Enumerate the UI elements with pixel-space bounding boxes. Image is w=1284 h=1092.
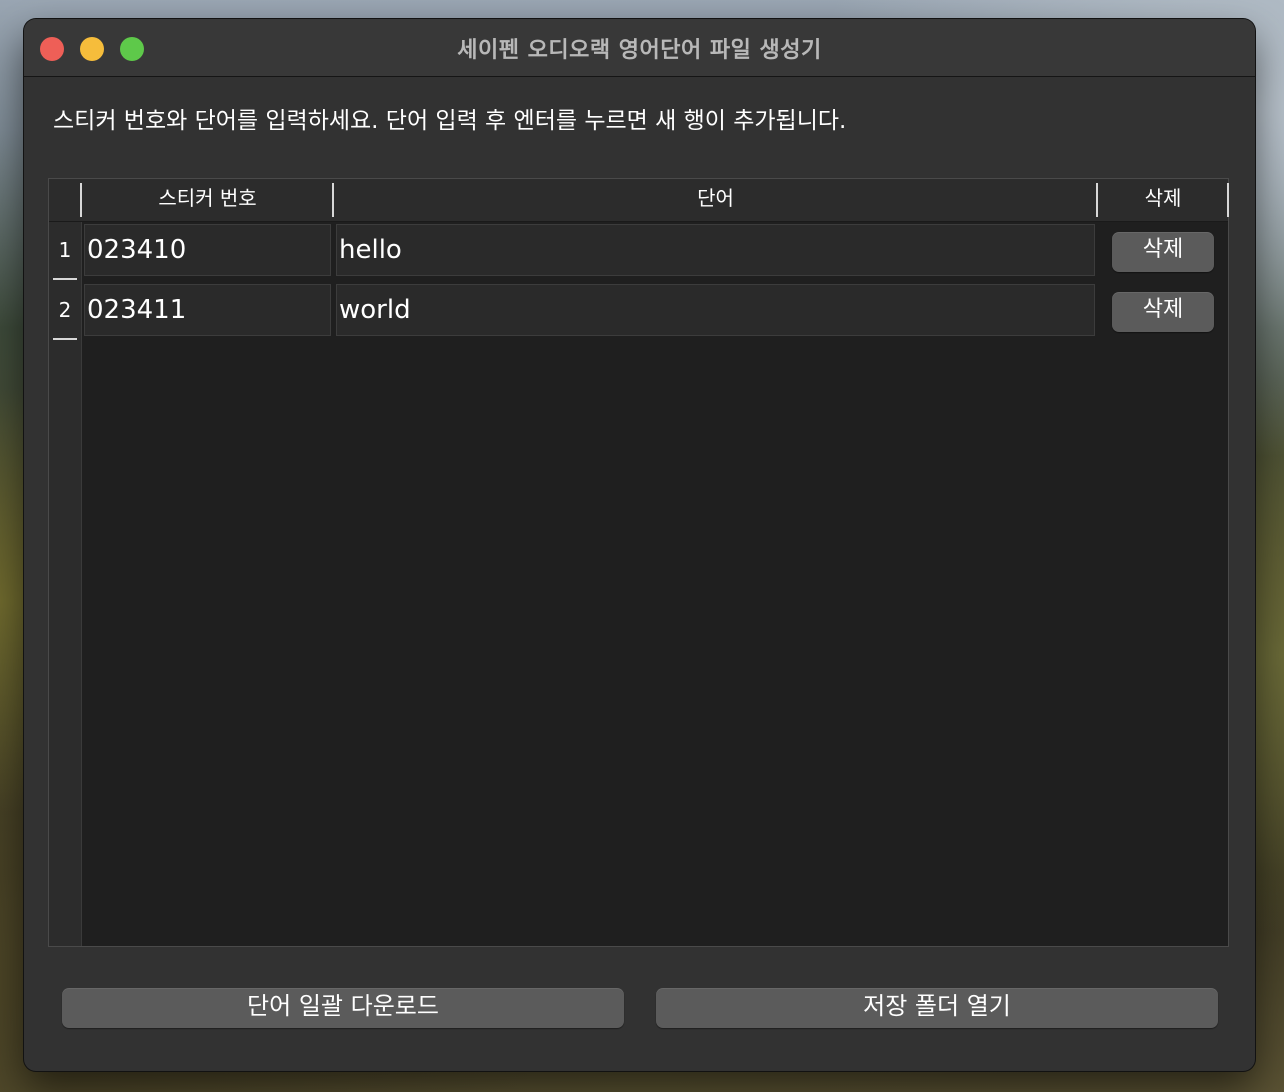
row-header-column — [49, 179, 82, 946]
row-number: 1 — [58, 238, 72, 262]
header-separator — [1227, 183, 1229, 217]
row-separator — [53, 278, 77, 280]
sticker-number-field[interactable]: 023411 — [84, 284, 331, 336]
row-number: 2 — [58, 298, 72, 322]
word-field[interactable]: hello — [336, 224, 1095, 276]
word-field[interactable]: world — [336, 284, 1095, 336]
delete-row-button[interactable]: 삭제 — [1112, 292, 1214, 332]
app-window: 세이펜 오디오랙 영어단어 파일 생성기 스티커 번호와 단어를 입력하세요. … — [24, 19, 1255, 1071]
column-header-word[interactable]: 단어 — [334, 179, 1097, 221]
row-separator — [53, 338, 77, 340]
download-all-button[interactable]: 단어 일괄 다운로드 — [62, 988, 624, 1028]
sticker-number-field[interactable]: 023410 — [84, 224, 331, 276]
column-header-sticker[interactable]: 스티커 번호 — [82, 179, 333, 221]
instruction-text: 스티커 번호와 단어를 입력하세요. 단어 입력 후 엔터를 누르면 새 행이 … — [53, 108, 847, 134]
title-bar[interactable]: 세이펜 오디오랙 영어단어 파일 생성기 — [24, 19, 1255, 77]
window-title: 세이펜 오디오랙 영어단어 파일 생성기 — [457, 38, 822, 63]
delete-row-button[interactable]: 삭제 — [1112, 232, 1214, 272]
column-header-delete[interactable]: 삭제 — [1098, 179, 1228, 221]
word-table: 스티커 번호 단어 삭제 1 023410 hello 삭제 2 023411 … — [48, 178, 1229, 947]
table-header: 스티커 번호 단어 삭제 — [49, 179, 1229, 222]
open-folder-button[interactable]: 저장 폴더 열기 — [656, 988, 1218, 1028]
